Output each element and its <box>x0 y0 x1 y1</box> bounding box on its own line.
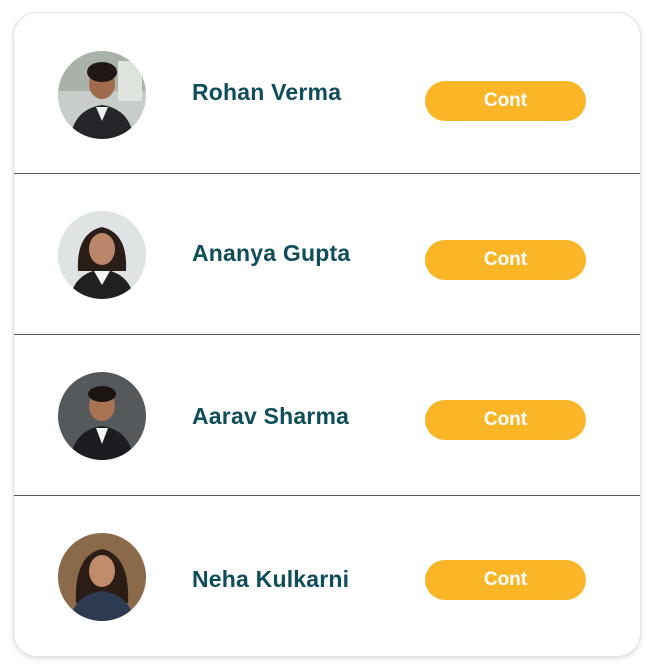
avatar <box>58 51 146 139</box>
contact-name: Rohan Verma <box>192 79 342 105</box>
contact-button[interactable]: Cont <box>425 560 586 600</box>
list-item: Ananya Gupta Cont <box>14 174 640 334</box>
contact-button[interactable]: Cont <box>425 81 586 121</box>
avatar <box>58 211 146 299</box>
avatar <box>58 533 146 621</box>
contact-name: Aarav Sharma <box>192 403 350 429</box>
contact-name: Neha Kulkarni <box>192 566 350 592</box>
contact-name: Ananya Gupta <box>192 240 351 266</box>
contact-button[interactable]: Cont <box>425 240 586 280</box>
list-item: Aarav Sharma Cont <box>14 335 640 495</box>
contact-list-card: Rohan Verma Cont Ananya Gupta Cont Aarav… <box>13 12 641 657</box>
avatar <box>58 372 146 460</box>
list-item: Neha Kulkarni Cont <box>14 496 640 656</box>
contact-button[interactable]: Cont <box>425 400 586 440</box>
list-item: Rohan Verma Cont <box>14 13 640 173</box>
